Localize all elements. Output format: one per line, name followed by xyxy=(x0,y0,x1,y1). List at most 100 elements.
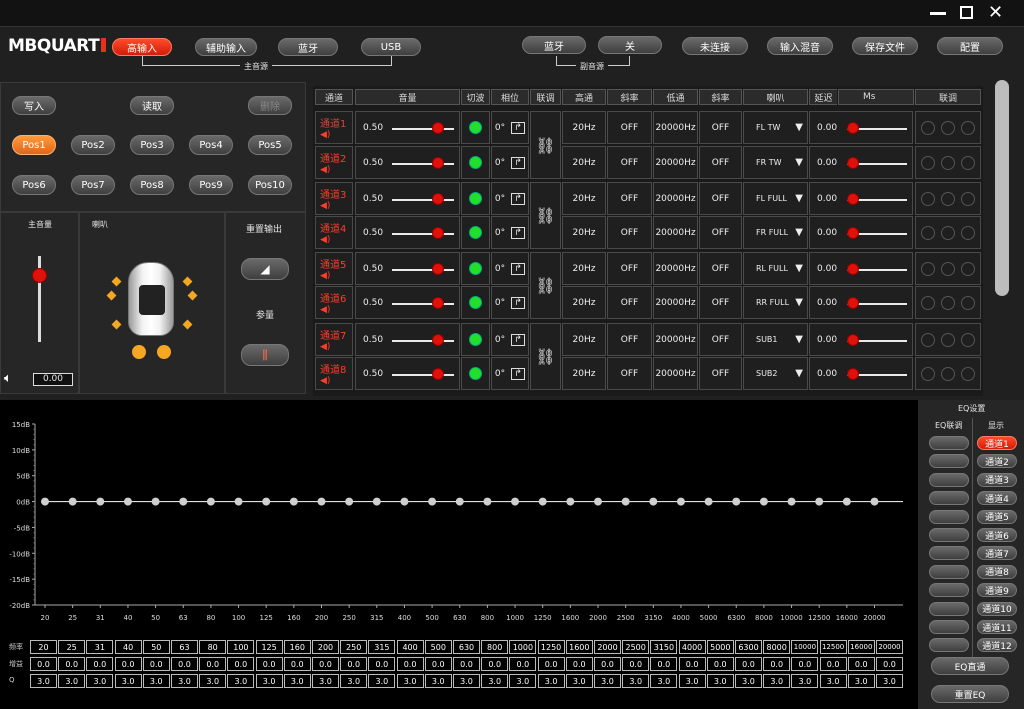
eq-band-point[interactable] xyxy=(511,497,520,506)
highpass-cell[interactable]: 20Hz xyxy=(562,182,606,215)
eq-band-point[interactable] xyxy=(317,497,326,506)
lowpass-cell[interactable]: 20000Hz xyxy=(653,182,698,215)
link-cell[interactable]: ⛓ xyxy=(530,182,561,249)
eq-table-cell[interactable]: 0.0 xyxy=(678,657,706,671)
mute-cell[interactable] xyxy=(461,216,490,249)
link-cell[interactable]: ⛓ xyxy=(530,252,561,319)
eq-table-cell[interactable]: 3.0 xyxy=(396,674,424,688)
preset-pos6[interactable]: Pos6 xyxy=(12,175,56,195)
highpass-slope-cell[interactable]: OFF xyxy=(607,357,652,390)
eq-table-cell[interactable]: 1000 xyxy=(509,640,537,654)
eq-table-cell[interactable]: 0.0 xyxy=(763,657,791,671)
eq-table-cell[interactable]: 3.0 xyxy=(565,674,593,688)
mute-speaker-icon[interactable]: ◀) xyxy=(320,271,330,281)
eq-band-point[interactable] xyxy=(372,497,381,506)
link-radio[interactable] xyxy=(941,155,955,170)
eq-link-toggle[interactable] xyxy=(929,472,969,487)
phase-invert-icon[interactable]: ↱ xyxy=(511,156,526,169)
volume-cell[interactable]: 0.50 xyxy=(355,357,460,390)
eq-table-cell[interactable]: 0.0 xyxy=(453,657,480,671)
link-radio[interactable] xyxy=(961,295,975,310)
channel-name-cell[interactable]: 通道5 ◀) xyxy=(315,252,353,285)
link-group-cell[interactable] xyxy=(915,182,981,215)
eq-direct-button[interactable]: EQ直通 xyxy=(931,657,1009,675)
eq-table-cell[interactable]: 0.0 xyxy=(368,657,396,671)
speaker-select[interactable]: RL FULL ▼ xyxy=(743,252,808,285)
eq-table-cell[interactable]: 3.0 xyxy=(735,674,762,688)
eq-table-cell[interactable]: 315 xyxy=(368,640,396,654)
eq-channel-5-button[interactable]: 通道5 xyxy=(977,509,1017,524)
eq-link-toggle[interactable] xyxy=(929,601,969,616)
speaker-select[interactable]: RR FULL ▼ xyxy=(743,286,808,319)
eq-channel-11-button[interactable]: 通道11 xyxy=(977,620,1017,634)
eq-band-point[interactable] xyxy=(68,497,77,506)
volume-cell[interactable]: 0.50 xyxy=(355,252,460,285)
eq-band-point[interactable] xyxy=(123,497,132,506)
eq-table-cell[interactable]: 3.0 xyxy=(594,674,621,688)
phase-invert-icon[interactable]: ↱ xyxy=(511,192,526,205)
mute-speaker-icon[interactable]: ◀) xyxy=(320,305,330,315)
delay-cell[interactable]: 0.00 xyxy=(809,182,913,215)
mute-speaker-icon[interactable]: ◀) xyxy=(320,201,330,211)
channel-name-cell[interactable]: 通道8 ◀) xyxy=(315,357,353,390)
delay-cell[interactable]: 0.00 xyxy=(809,111,913,144)
delete-button[interactable]: 删除 xyxy=(248,96,292,115)
volume-slider-knob[interactable] xyxy=(432,156,444,169)
link-group-cell[interactable] xyxy=(915,216,981,249)
preset-pos4[interactable]: Pos4 xyxy=(189,135,233,155)
eq-table-cell[interactable]: 100 xyxy=(227,640,255,654)
delay-slider-knob[interactable] xyxy=(847,192,859,205)
lowpass-cell[interactable]: 20000Hz xyxy=(653,286,698,319)
param-reset-button[interactable]: ⫼ xyxy=(241,344,289,366)
reset-output-button[interactable]: ◢ xyxy=(241,258,289,280)
eq-table-cell[interactable]: 1600 xyxy=(565,640,593,654)
eq-channel-2-button[interactable]: 通道2 xyxy=(977,454,1017,469)
master-volume-knob[interactable] xyxy=(32,267,47,283)
eq-table-cell[interactable]: 3.0 xyxy=(424,674,452,688)
chevron-down-icon[interactable]: ▼ xyxy=(795,193,803,204)
highpass-cell[interactable]: 20Hz xyxy=(562,252,606,285)
volume-slider-knob[interactable] xyxy=(432,296,444,309)
eq-table-cell[interactable]: 63 xyxy=(171,640,198,654)
eq-table-cell[interactable]: 40 xyxy=(114,640,142,654)
eq-table-cell[interactable]: 3.0 xyxy=(340,674,368,688)
channel-name-cell[interactable]: 通道3 ◀) xyxy=(315,182,353,215)
mute-cell[interactable] xyxy=(461,146,490,179)
phase-invert-icon[interactable]: ↱ xyxy=(511,121,526,134)
eq-table-cell[interactable]: 3.0 xyxy=(622,674,650,688)
eq-table-cell[interactable]: 0.0 xyxy=(199,657,227,671)
link-group-cell[interactable] xyxy=(915,357,981,390)
delay-slider-knob[interactable] xyxy=(847,296,859,309)
delay-cell[interactable]: 0.00 xyxy=(809,146,913,179)
eq-table-cell[interactable]: 3.0 xyxy=(227,674,255,688)
eq-table-cell[interactable]: 3.0 xyxy=(142,674,170,688)
eq-band-point[interactable] xyxy=(621,497,630,506)
preset-pos2[interactable]: Pos2 xyxy=(71,135,115,155)
eq-table-cell[interactable]: 10000 xyxy=(791,640,819,654)
link-radio[interactable] xyxy=(961,225,975,240)
eq-band-point[interactable] xyxy=(400,497,409,506)
channel-name-cell[interactable]: 通道7 ◀) xyxy=(315,323,353,356)
eq-table-cell[interactable]: 12500 xyxy=(819,640,847,654)
mute-cell[interactable] xyxy=(461,357,490,390)
link-radio[interactable] xyxy=(941,366,955,381)
delay-cell[interactable]: 0.00 xyxy=(809,286,913,319)
volume-cell[interactable]: 0.50 xyxy=(355,111,460,144)
highpass-cell[interactable]: 20Hz xyxy=(562,216,606,249)
eq-table-cell[interactable]: 3.0 xyxy=(763,674,791,688)
config-button[interactable]: 配置 xyxy=(937,37,1003,55)
phase-cell[interactable]: 0° ↱ xyxy=(491,323,529,356)
eq-band-point[interactable] xyxy=(759,497,768,506)
volume-slider-knob[interactable] xyxy=(432,226,444,239)
eq-band-point[interactable] xyxy=(96,497,105,506)
volume-slider-knob[interactable] xyxy=(432,262,444,275)
phase-cell[interactable]: 0° ↱ xyxy=(491,252,529,285)
link-radio[interactable] xyxy=(921,261,935,276)
eq-table-cell[interactable]: 0.0 xyxy=(58,657,86,671)
eq-band-point[interactable] xyxy=(732,497,741,506)
close-icon[interactable]: ✕ xyxy=(988,2,1003,23)
delay-slider-knob[interactable] xyxy=(847,121,859,134)
eq-link-toggle[interactable] xyxy=(929,509,969,524)
main-source-usb-button[interactable]: USB xyxy=(361,38,421,56)
eq-channel-9-button[interactable]: 通道9 xyxy=(977,583,1017,598)
